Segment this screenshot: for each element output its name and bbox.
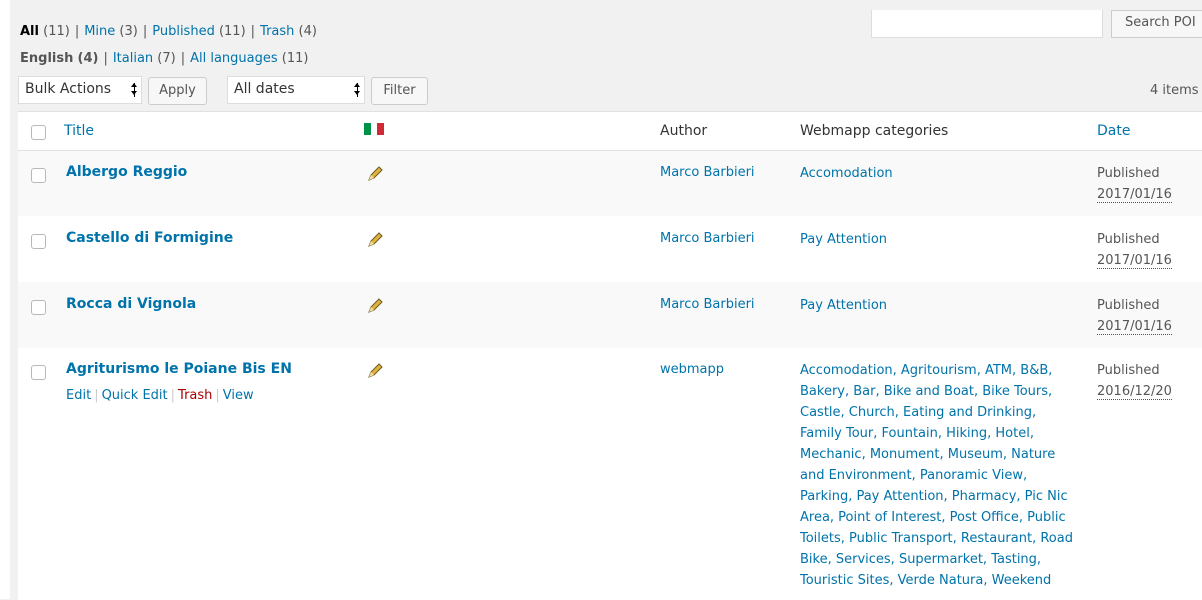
date-filter-value: All dates: [234, 81, 295, 97]
date-cell: Published 2017/01/16: [1097, 295, 1172, 337]
table-row: Albergo Reggio Marco Barbieri Accomodati…: [18, 151, 1202, 216]
poi-title-link[interactable]: Albergo Reggio: [66, 164, 187, 180]
table-row: Rocca di Vignola Marco Barbieri Pay Atte…: [18, 282, 1202, 348]
filter-italian[interactable]: Italian (7): [113, 51, 176, 66]
publish-date: 2017/01/16: [1097, 253, 1172, 269]
row-checkbox[interactable]: [31, 168, 46, 183]
status-text: Published: [1097, 166, 1160, 181]
poi-title-link[interactable]: Rocca di Vignola: [66, 296, 196, 312]
column-author: Author: [660, 123, 708, 139]
select-arrow-icon: [352, 81, 360, 99]
filter-english[interactable]: English (4): [20, 51, 98, 66]
status-text: Published: [1097, 363, 1160, 378]
bulk-actions-select[interactable]: Bulk Actions: [18, 76, 142, 104]
row-actions: Edit | Quick Edit | Trash | View: [66, 388, 254, 403]
column-date[interactable]: Date: [1097, 123, 1130, 139]
pencil-icon[interactable]: [366, 362, 384, 380]
quick-edit-link[interactable]: Quick Edit: [102, 388, 168, 403]
author-link[interactable]: Marco Barbieri: [660, 297, 755, 312]
poi-table: Title Author Webmapp categories Date Alb…: [18, 111, 1202, 600]
column-title[interactable]: Title: [64, 123, 94, 139]
filter-button[interactable]: Filter: [371, 77, 428, 105]
filter-trash[interactable]: Trash (4): [260, 24, 317, 39]
row-checkbox[interactable]: [31, 300, 46, 315]
flag-stripe-white: [370, 123, 378, 135]
pencil-icon[interactable]: [366, 231, 384, 249]
select-all-checkbox[interactable]: [31, 125, 46, 140]
filter-all[interactable]: All (11): [20, 24, 70, 39]
pencil-icon[interactable]: [366, 165, 384, 183]
author-link[interactable]: Marco Barbieri: [660, 231, 755, 246]
left-edge: [0, 0, 10, 599]
edit-link[interactable]: Edit: [66, 388, 91, 403]
status-filter-links: All (11) | Mine (3) | Published (11) | Trash (…: [20, 24, 317, 39]
select-arrow-icon: [129, 81, 137, 99]
table-row: Castello di Formigine Marco Barbieri Pay…: [18, 216, 1202, 282]
date-cell: Published 2017/01/16: [1097, 163, 1172, 205]
publish-date: 2017/01/16: [1097, 187, 1172, 203]
table-header: Title Author Webmapp categories Date: [18, 112, 1202, 151]
items-count: 4 items: [1150, 83, 1199, 98]
table-row: Agriturismo le Poiane Bis EN Edit | Quick …: [18, 348, 1202, 600]
date-cell: Published 2016/12/20: [1097, 360, 1172, 402]
filter-all-languages[interactable]: All languages (11): [190, 51, 308, 66]
date-filter-select[interactable]: All dates: [227, 76, 365, 104]
pencil-icon[interactable]: [366, 297, 384, 315]
search-poi-button[interactable]: Search POI: [1111, 10, 1202, 38]
categories-links[interactable]: Pay Attention: [800, 229, 1078, 250]
filter-mine[interactable]: Mine (3): [84, 24, 138, 39]
language-filter-links: English (4) | Italian (7) | All languages (1…: [20, 51, 309, 66]
categories-links[interactable]: Pay Attention: [800, 295, 1078, 316]
status-text: Published: [1097, 298, 1160, 313]
poi-title-link[interactable]: Agriturismo le Poiane Bis EN: [66, 361, 292, 377]
view-link[interactable]: View: [223, 388, 254, 403]
apply-button[interactable]: Apply: [148, 77, 207, 105]
poi-title-link[interactable]: Castello di Formigine: [66, 230, 233, 246]
search-input[interactable]: [871, 10, 1103, 38]
publish-date: 2016/12/20: [1097, 384, 1172, 400]
publish-date: 2017/01/16: [1097, 319, 1172, 335]
filter-published[interactable]: Published (11): [152, 24, 245, 39]
column-webmapp-categories: Webmapp categories: [800, 123, 949, 139]
flag-stripe-red: [377, 123, 385, 135]
author-link[interactable]: Marco Barbieri: [660, 165, 755, 180]
status-text: Published: [1097, 232, 1160, 247]
date-cell: Published 2017/01/16: [1097, 229, 1172, 271]
row-checkbox[interactable]: [31, 234, 46, 249]
row-checkbox[interactable]: [31, 365, 46, 380]
categories-links[interactable]: Accomodation: [800, 163, 1078, 184]
categories-links[interactable]: Accomodation, Agritourism, ATM, B&B, Bak…: [800, 360, 1075, 591]
italian-flag-icon: [364, 123, 385, 135]
bulk-actions-value: Bulk Actions: [25, 81, 112, 97]
flag-stripe-green: [364, 123, 371, 135]
trash-link[interactable]: Trash: [178, 388, 212, 403]
author-link[interactable]: webmapp: [660, 362, 724, 377]
